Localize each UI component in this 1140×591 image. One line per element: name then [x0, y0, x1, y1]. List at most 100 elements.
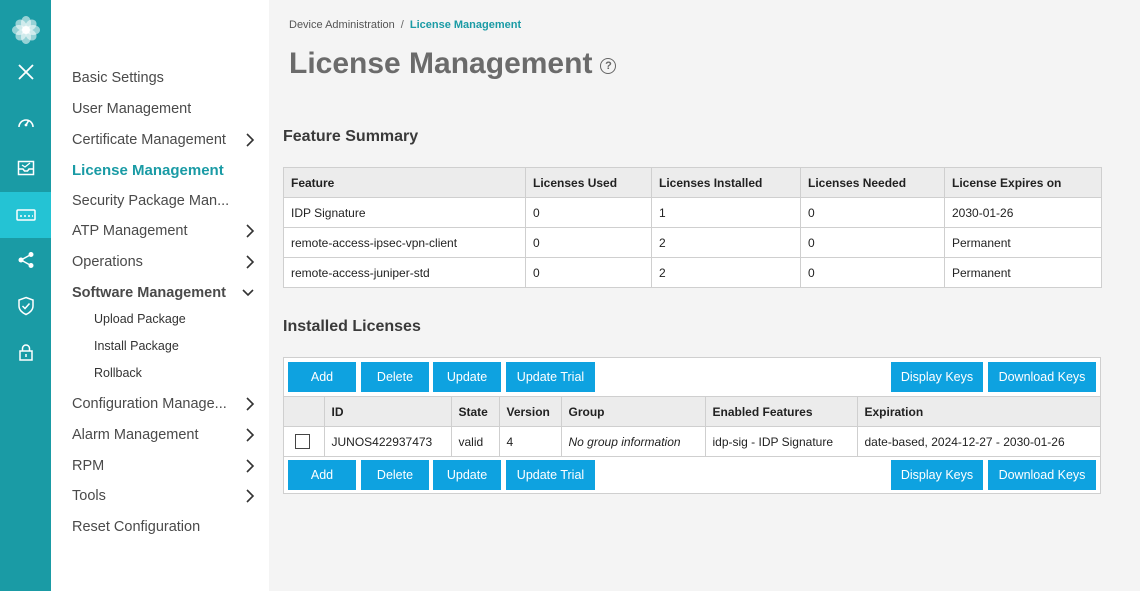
installed-licenses-panel: Add Delete Update Update Trial Display K… — [283, 357, 1101, 494]
main-content: Device Administration / License Management… — [269, 0, 1140, 591]
add-button[interactable]: Add — [288, 362, 356, 392]
column-header: Feature — [283, 167, 526, 198]
sidebar-item-label: License Management — [72, 161, 224, 179]
table-cell: date-based, 2024-12-27 - 2030-01-26 — [856, 426, 1100, 457]
table-cell: JUNOS422937473 — [323, 426, 452, 457]
sidebar-subitem-upload-package[interactable]: Upload Package — [94, 308, 186, 330]
table-row: remote-access-ipsec-vpn-client 0 2 0 Per… — [283, 227, 1102, 258]
page-title-text: License Management — [289, 47, 593, 80]
network-share-icon[interactable] — [0, 237, 51, 283]
icon-rail — [0, 0, 51, 591]
sidebar-item-basic-settings[interactable]: Basic Settings — [72, 65, 262, 91]
column-header[interactable]: Group — [560, 396, 706, 427]
update-trial-button[interactable]: Update Trial — [506, 362, 595, 392]
breadcrumb-parent[interactable]: Device Administration — [289, 19, 395, 31]
table-cell: 0 — [800, 197, 945, 228]
delete-button[interactable]: Delete — [361, 362, 429, 392]
table-row: remote-access-juniper-std 0 2 0 Permanen… — [283, 257, 1102, 288]
feature-summary-title: Feature Summary — [283, 128, 419, 145]
table-cell: 0 — [525, 227, 652, 258]
display-keys-button[interactable]: Display Keys — [891, 362, 983, 392]
display-keys-button[interactable]: Display Keys — [891, 460, 983, 490]
lock-icon[interactable] — [0, 329, 51, 375]
feature-summary-table: Feature Licenses Used Licenses Installed… — [283, 167, 1102, 288]
breadcrumb-separator: / — [400, 19, 404, 31]
table-cell: remote-access-juniper-std — [283, 257, 526, 288]
sidebar-item-operations[interactable]: Operations — [72, 249, 262, 275]
sidebar-item-rpm[interactable]: RPM — [72, 453, 262, 479]
help-icon[interactable]: ? — [600, 58, 617, 74]
sidebar-item-reset-configuration[interactable]: Reset Configuration — [72, 514, 262, 540]
update-button[interactable]: Update — [433, 362, 501, 392]
shield-check-icon[interactable] — [0, 283, 51, 329]
column-header[interactable]: Enabled Features — [704, 396, 858, 427]
sidebar-item-label: Certificate Management — [72, 132, 226, 148]
column-header: Licenses Used — [525, 167, 652, 198]
page-title: License Management ? — [289, 47, 617, 81]
sidebar-item-configuration-management[interactable]: Configuration Manage... — [72, 391, 262, 417]
column-header: Licenses Needed — [800, 167, 945, 198]
sidebar-item-label: Alarm Management — [72, 427, 199, 443]
sidebar-item-label: Reset Configuration — [72, 519, 201, 535]
chevron-right-icon — [246, 397, 255, 411]
device-admin-icon[interactable] — [0, 192, 51, 238]
installed-licenses-table: ID State Version Group Enabled Features … — [284, 396, 1100, 457]
column-header[interactable]: Version — [498, 396, 562, 427]
download-keys-button[interactable]: Download Keys — [988, 460, 1096, 490]
dashboard-gauge-icon[interactable] — [0, 99, 51, 145]
sidebar-subitem-install-package[interactable]: Install Package — [94, 335, 179, 357]
table-row: IDP Signature 0 1 0 2030-01-26 — [283, 197, 1102, 228]
update-trial-button[interactable]: Update Trial — [506, 460, 595, 490]
table-row[interactable]: JUNOS422937473 valid 4 No group informat… — [284, 426, 1100, 457]
sidebar-item-atp-management[interactable]: ATP Management — [72, 218, 262, 244]
row-checkbox[interactable] — [295, 434, 310, 449]
column-header-select — [284, 396, 325, 427]
column-header[interactable]: ID — [323, 396, 452, 427]
chevron-right-icon — [246, 489, 255, 503]
sidebar-item-security-package-management[interactable]: Security Package Man... — [72, 188, 262, 214]
flower-logo-icon[interactable] — [0, 7, 51, 53]
table-cell: 0 — [525, 197, 652, 228]
column-header: Licenses Installed — [651, 167, 801, 198]
sidebar-item-alarm-management[interactable]: Alarm Management — [72, 422, 262, 448]
installed-licenses-title: Installed Licenses — [283, 318, 421, 335]
sidebar-item-label: Software Management — [72, 285, 226, 301]
sidebar-item-label: Tools — [72, 488, 106, 504]
table-cell: Permanent — [944, 257, 1102, 288]
table-header-row: ID State Version Group Enabled Features … — [284, 396, 1100, 427]
table-header-row: Feature Licenses Used Licenses Installed… — [283, 167, 1102, 198]
sidebar-item-license-management[interactable]: License Management — [72, 157, 262, 183]
table-cell: valid — [450, 426, 500, 457]
sidebar-item-label: Configuration Manage... — [72, 396, 227, 412]
column-header[interactable]: Expiration — [856, 396, 1100, 427]
chevron-down-icon — [242, 289, 254, 297]
sidebar-nav: Basic Settings User Management Certifica… — [51, 0, 269, 591]
sidebar-item-user-management[interactable]: User Management — [72, 96, 262, 122]
table-cell: 4 — [498, 426, 562, 457]
sidebar-item-label: RPM — [72, 458, 105, 474]
sidebar-item-certificate-management[interactable]: Certificate Management — [72, 127, 262, 153]
download-keys-button[interactable]: Download Keys — [988, 362, 1096, 392]
sidebar-item-label: Basic Settings — [72, 70, 164, 86]
monitor-inbox-icon[interactable] — [0, 145, 51, 191]
delete-button[interactable]: Delete — [361, 460, 429, 490]
sidebar-subitem-rollback[interactable]: Rollback — [94, 362, 142, 384]
table-cell: 0 — [800, 227, 945, 258]
sidebar-item-label: ATP Management — [72, 223, 188, 239]
table-cell: idp-sig - IDP Signature — [704, 426, 858, 457]
sidebar-item-label: Security Package Man... — [72, 193, 230, 209]
close-icon[interactable] — [0, 49, 51, 95]
sidebar-item-tools[interactable]: Tools — [72, 483, 262, 509]
breadcrumb: Device Administration / License Management — [289, 19, 521, 31]
column-header[interactable]: State — [450, 396, 500, 427]
add-button[interactable]: Add — [288, 460, 356, 490]
update-button[interactable]: Update — [433, 460, 501, 490]
chevron-right-icon — [246, 224, 255, 238]
breadcrumb-current: License Management — [409, 19, 522, 31]
table-cell: 1 — [651, 197, 801, 228]
chevron-right-icon — [246, 133, 255, 147]
sidebar-item-software-management[interactable]: Software Management — [72, 280, 262, 306]
table-cell: IDP Signature — [283, 197, 526, 228]
chevron-right-icon — [246, 255, 255, 269]
column-header: License Expires on — [944, 167, 1102, 198]
